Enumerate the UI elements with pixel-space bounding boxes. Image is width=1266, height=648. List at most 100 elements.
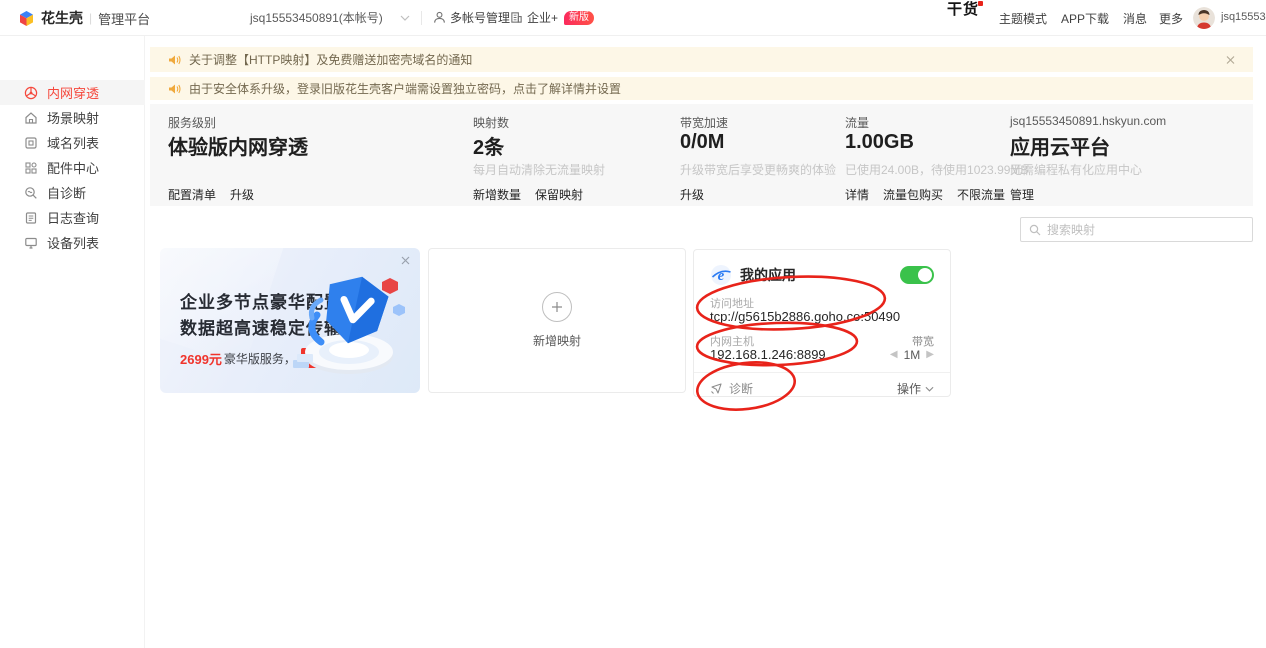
stat-value: 体验版内网穿透: [168, 137, 308, 159]
stat-label: 映射数: [473, 116, 510, 130]
search-box: [1020, 217, 1253, 242]
user-avatar[interactable]: [1193, 7, 1215, 29]
new-mapping-card[interactable]: 新增映射: [428, 248, 686, 393]
sidebar-item-domain-list[interactable]: 域名列表: [0, 130, 145, 155]
diagnose-label: 诊断: [729, 382, 754, 396]
app-title: 我的应用: [740, 267, 796, 283]
sidebar-item-scene-mapping[interactable]: 场景映射: [0, 105, 145, 130]
sidebar-item-self-diagnosis[interactable]: 自诊断: [0, 180, 145, 205]
promo-price-text: 豪华版服务，: [223, 351, 296, 366]
intranet-host-value[interactable]: 192.168.1.246:8899: [710, 347, 826, 362]
multi-account-link[interactable]: 多帐号管理: [433, 9, 510, 26]
sidebar-item-label: 配件中心: [47, 161, 100, 176]
my-app-card: e 我的应用 访问地址 tcp://g5615b2886.goho.co:504…: [693, 249, 951, 397]
bandwidth-decrease-icon[interactable]: ◀: [890, 350, 898, 360]
avatar-image: [1193, 7, 1215, 29]
theme-mode-link[interactable]: 主题模式: [999, 10, 1047, 27]
chevron-down-icon: [925, 386, 934, 392]
stat-subtext: 每月自动清除无流量映射: [473, 163, 606, 177]
enterprise-link[interactable]: 企业+ 新版: [510, 9, 595, 26]
page: 花生壳 | 管理平台 jsq15553450891(本帐号) 多帐号管理 企业+…: [0, 0, 1266, 648]
logo-cube-icon: [20, 10, 33, 26]
header-username: jsq15553450891: [1221, 11, 1266, 23]
add-quantity-link[interactable]: 新增数量: [473, 186, 521, 203]
bandwidth-value: 1M: [903, 348, 921, 362]
operation-dropdown[interactable]: 操作: [897, 380, 934, 397]
promo-banner-card[interactable]: 企业多节点豪华配置 数据超高速稳定传输 2699元 豪华版服务， 限时免费 申领: [160, 248, 420, 393]
search-input[interactable]: [1047, 222, 1244, 237]
magnifier-wave-icon: [25, 186, 37, 199]
sidebar-item-label: 自诊断: [47, 186, 87, 201]
building-icon: [511, 12, 522, 23]
stat-subtext: 已使用24.00B，待使用1023.99MB: [845, 163, 1029, 177]
bandwidth-increase-icon[interactable]: ▶: [926, 350, 934, 360]
details-link[interactable]: 详情: [845, 186, 869, 203]
diagnose-button[interactable]: 诊断: [710, 380, 753, 397]
stat-value: 1.00GB: [845, 131, 914, 153]
card-divider: [694, 372, 950, 373]
bandwidth-label: 带宽: [912, 336, 934, 348]
sidebar-item-intranet-tunnel[interactable]: 内网穿透: [0, 80, 145, 105]
messages-link[interactable]: 消息: [1123, 10, 1147, 27]
sidebar-item-log-query[interactable]: 日志查询: [0, 205, 145, 230]
platform-name: 管理平台: [98, 11, 151, 27]
bandwidth-stepper: ◀ 1M ▶: [890, 348, 934, 362]
ie-browser-icon: e: [711, 265, 731, 285]
person-icon: [434, 11, 445, 23]
search-icon: [1029, 224, 1041, 235]
more-link[interactable]: 更多: [1159, 10, 1183, 27]
app-enabled-toggle[interactable]: [900, 266, 934, 284]
plus-icon: [542, 292, 572, 322]
upgrade-link[interactable]: 升级: [680, 186, 704, 203]
account-selector-value: jsq15553450891(本帐号): [250, 11, 383, 25]
access-address-value[interactable]: tcp://g5615b2886.goho.co:50490: [710, 309, 900, 324]
manage-link[interactable]: 管理: [1010, 186, 1034, 203]
stat-subtext: 无需编程私有化应用中心: [1010, 163, 1143, 177]
tunnel-icon: [24, 86, 38, 99]
operation-label: 操作: [896, 382, 921, 396]
diagnose-icon: [711, 383, 722, 394]
upgrade-link[interactable]: 升级: [230, 186, 254, 203]
stat-value: 2条: [473, 137, 505, 159]
sidebar-item-device-list[interactable]: 设备列表: [0, 230, 145, 255]
stat-value: 0/0M: [680, 131, 725, 153]
service-stats-panel: 服务级别 体验版内网穿透 配置清单 升级 映射数 2条 每月自动清除无流量映射 …: [150, 104, 1253, 206]
speaker-icon: [168, 83, 181, 95]
new-mapping-label: 新增映射: [532, 334, 581, 348]
stat-subtext: 升级带宽后享受更畅爽的体验: [680, 163, 837, 177]
stat-label: 流量: [845, 116, 870, 130]
top-header: 花生壳 | 管理平台 jsq15553450891(本帐号) 多帐号管理 企业+…: [0, 0, 1266, 36]
house-icon: [25, 111, 37, 124]
logo-divider: |: [89, 11, 93, 25]
stat-value: 应用云平台: [1010, 137, 1110, 159]
notice-banner-1: 关于调整【HTTP映射】及免费赠送加密壳域名的通知: [150, 47, 1253, 72]
sidebar-item-accessory-center[interactable]: 配件中心: [0, 155, 145, 180]
notice-banner-2: 由于安全体系升级，登录旧版花生壳客户端需设置独立密码，点击了解详情并设置: [150, 77, 1253, 100]
enterprise-label: 企业+: [527, 11, 559, 25]
unlimited-traffic-link[interactable]: 不限流量: [957, 186, 1005, 203]
close-icon[interactable]: [1226, 55, 1235, 64]
svg-text:e: e: [718, 268, 725, 284]
log-document-icon: [25, 211, 37, 224]
app-download-link[interactable]: APP下载: [1061, 10, 1109, 27]
domain-icon: [25, 136, 37, 149]
stat-label: 服务级别: [168, 116, 217, 130]
sidebar-item-label: 内网穿透: [47, 86, 100, 101]
app-logo[interactable]: 花生壳 | 管理平台: [18, 8, 150, 28]
promo-shield-illustration: [293, 276, 405, 374]
stat-label: jsq15553450891.hskyun.com: [1010, 114, 1167, 128]
sidebar: 内网穿透 场景映射 域名列表 配件中心 自诊断 日志查询 设备列表: [0, 36, 145, 648]
notice-text[interactable]: 由于安全体系升级，登录旧版花生壳客户端需设置独立密码，点击了解详情并设置: [189, 80, 621, 97]
retain-mapping-link[interactable]: 保留映射: [535, 186, 583, 203]
sidebar-item-label: 域名列表: [47, 136, 100, 151]
buy-traffic-link[interactable]: 流量包购买: [883, 186, 943, 203]
ganhuo-link[interactable]: 干货: [947, 1, 979, 18]
account-selector[interactable]: jsq15553450891(本帐号): [250, 9, 410, 26]
new-version-badge: 新版: [564, 10, 595, 25]
chevron-down-icon: [400, 15, 410, 21]
notice-text[interactable]: 关于调整【HTTP映射】及免费赠送加密壳域名的通知: [189, 51, 472, 68]
speaker-icon: [168, 54, 181, 66]
config-list-link[interactable]: 配置清单: [168, 186, 216, 203]
grid-icon: [25, 161, 37, 174]
sidebar-item-label: 日志查询: [47, 211, 100, 226]
